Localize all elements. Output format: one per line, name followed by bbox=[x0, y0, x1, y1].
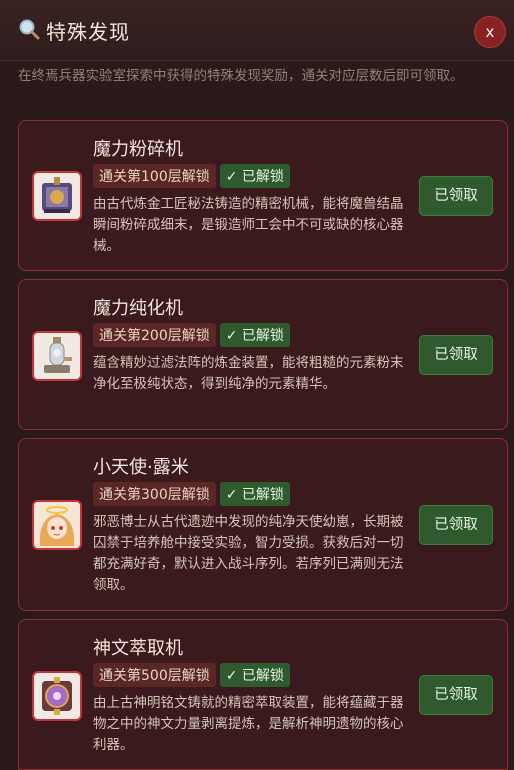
card-description: 由上古神明铭文铸就的精密萃取装置，能将蕴藏于器物之中的神文力量剥离提炼，是解析神… bbox=[93, 695, 404, 753]
card-title: 魔力纯化机 bbox=[93, 298, 183, 319]
angel-portrait-icon bbox=[32, 500, 82, 550]
claimed-button[interactable]: 已领取 bbox=[419, 335, 493, 375]
floor-requirement-badge: 通关第300层解锁 bbox=[93, 482, 216, 506]
panel-title: 特殊发现 bbox=[46, 20, 130, 44]
panel-description: 在终焉兵器实验室探索中获得的特殊发现奖励，通关对应层数后即可领取。 bbox=[18, 68, 464, 84]
card-title: 小天使·露米 bbox=[93, 457, 189, 478]
magnifier-icon bbox=[19, 19, 40, 40]
unlocked-badge: ✓ 已解锁 bbox=[219, 164, 290, 188]
card-title: 魔力粉碎机 bbox=[93, 139, 183, 160]
floor-requirement-badge: 通关第500层解锁 bbox=[93, 663, 216, 687]
badge-row: 通关第500层解锁 ✓ 已解锁 bbox=[93, 663, 290, 687]
discovery-card: 魔力粉碎机 通关第100层解锁 ✓ 已解锁 由古代炼金工匠秘法铸造的精密机械，能… bbox=[18, 120, 508, 271]
discovery-card: 神文萃取机 通关第500层解锁 ✓ 已解锁 由上古神明铭文铸就的精密萃取装置，能… bbox=[18, 619, 508, 770]
badge-row: 通关第300层解锁 ✓ 已解锁 bbox=[93, 482, 290, 506]
discovery-card: 魔力纯化机 通关第200层解锁 ✓ 已解锁 蕴含精妙过滤法阵的炼金装置，能将粗糙… bbox=[18, 279, 508, 430]
unlocked-badge: ✓ 已解锁 bbox=[219, 323, 290, 347]
crusher-machine-icon bbox=[32, 171, 82, 221]
floor-requirement-badge: 通关第100层解锁 bbox=[93, 164, 216, 188]
extractor-machine-icon bbox=[32, 671, 82, 721]
claimed-button[interactable]: 已领取 bbox=[419, 505, 493, 545]
badge-row: 通关第200层解锁 ✓ 已解锁 bbox=[93, 323, 290, 347]
card-description: 由古代炼金工匠秘法铸造的精密机械，能将魔兽结晶瞬间粉碎成细末，是锻造师工会中不可… bbox=[93, 196, 404, 254]
card-title: 神文萃取机 bbox=[93, 638, 183, 659]
discovery-card: 小天使·露米 通关第300层解锁 ✓ 已解锁 邪恶博士从古代遗迹中发现的纯净天使… bbox=[18, 438, 508, 611]
unlocked-badge: ✓ 已解锁 bbox=[219, 482, 290, 506]
floor-requirement-badge: 通关第200层解锁 bbox=[93, 323, 216, 347]
claimed-button[interactable]: 已领取 bbox=[419, 675, 493, 715]
claimed-button[interactable]: 已领取 bbox=[419, 176, 493, 216]
unlocked-badge: ✓ 已解锁 bbox=[219, 663, 290, 687]
panel-header: 特殊发现 x bbox=[0, 0, 514, 61]
special-discovery-panel: 特殊发现 x 在终焉兵器实验室探索中获得的特殊发现奖励，通关对应层数后即可领取。… bbox=[0, 0, 514, 770]
card-description: 蕴含精妙过滤法阵的炼金装置，能将粗糙的元素粉末净化至极纯状态，得到纯净的元素精华… bbox=[93, 355, 404, 392]
purifier-machine-icon bbox=[32, 331, 82, 381]
close-button[interactable]: x bbox=[474, 16, 506, 48]
badge-row: 通关第100层解锁 ✓ 已解锁 bbox=[93, 164, 290, 188]
card-description: 邪恶博士从古代遗迹中发现的纯净天使幼崽，长期被囚禁于培养舱中接受实验，智力受损。… bbox=[93, 514, 404, 593]
